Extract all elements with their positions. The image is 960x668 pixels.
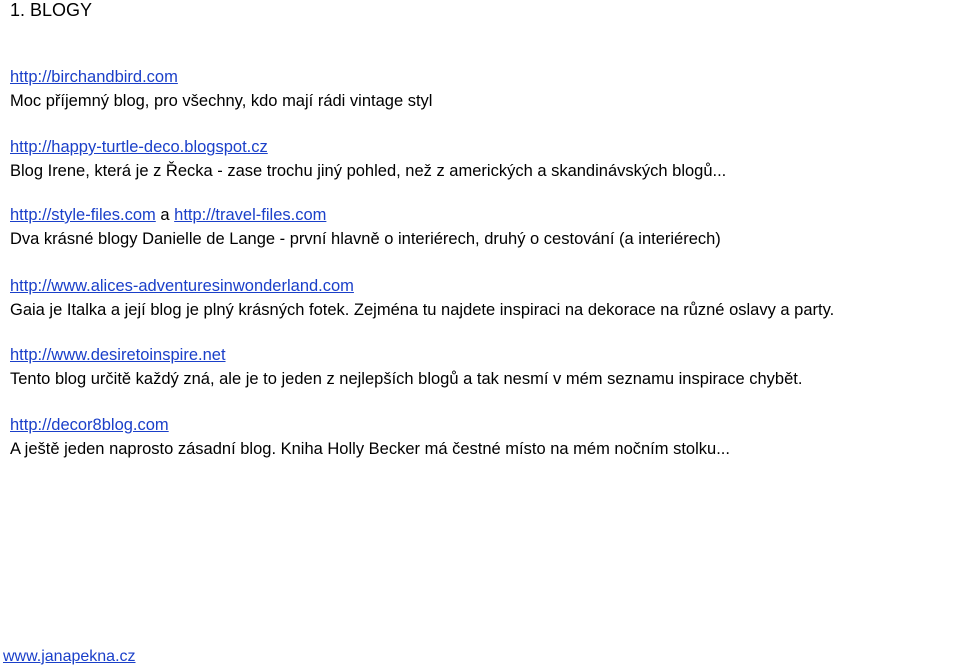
blog-entry-links: http://style-files.com a http://travel-f… bbox=[10, 203, 721, 227]
blog-link-decor8[interactable]: http://decor8blog.com bbox=[10, 416, 169, 434]
link-joiner: a bbox=[155, 206, 175, 224]
blog-entry-style-travel-files: http://style-files.com a http://travel-f… bbox=[10, 203, 721, 251]
blog-entry-links: http://www.alices-adventuresinwonderland… bbox=[10, 274, 834, 298]
blog-entry-description: Tento blog určitě každý zná, ale je to j… bbox=[10, 370, 803, 388]
blog-entry-links: http://happy-turtle-deco.blogspot.cz bbox=[10, 135, 726, 159]
blog-entry-description: A ještě jeden naprosto zásadní blog. Kni… bbox=[10, 440, 730, 458]
blog-link-style-files[interactable]: http://style-files.com bbox=[10, 206, 156, 224]
blog-entry-alices-adventures: http://www.alices-adventuresinwonderland… bbox=[10, 274, 834, 322]
blog-entry-desiretoinspire: http://www.desiretoinspire.net Tento blo… bbox=[10, 343, 802, 391]
page-footer: www.janapekna.cz bbox=[3, 646, 136, 668]
blog-link-birchandbird[interactable]: http://birchandbird.com bbox=[10, 68, 178, 86]
blog-entry-description: Blog Irene, která je z Řecka - zase troc… bbox=[10, 162, 727, 180]
blog-entry-links: http://www.desiretoinspire.net bbox=[10, 343, 802, 367]
footer-site-link[interactable]: www.janapekna.cz bbox=[3, 648, 136, 665]
blog-entry-description: Gaia je Italka a její blog je plný krásn… bbox=[10, 301, 835, 319]
blog-entry-description: Dva krásné blogy Danielle de Lange - prv… bbox=[10, 230, 721, 248]
blog-link-happy-turtle[interactable]: http://happy-turtle-deco.blogspot.cz bbox=[10, 138, 268, 156]
blog-entry-happy-turtle: http://happy-turtle-deco.blogspot.cz Blo… bbox=[10, 135, 726, 183]
blog-entry-birchandbird: http://birchandbird.com Moc příjemný blo… bbox=[10, 65, 432, 113]
blog-entry-links: http://birchandbird.com bbox=[10, 65, 432, 89]
blog-link-travel-files[interactable]: http://travel-files.com bbox=[174, 206, 326, 224]
blog-entry-decor8: http://decor8blog.com A ještě jeden napr… bbox=[10, 413, 730, 461]
section-heading: 1. BLOGY bbox=[10, 0, 93, 20]
blog-link-alices-adventures[interactable]: http://www.alices-adventuresinwonderland… bbox=[10, 277, 354, 295]
blog-link-desiretoinspire[interactable]: http://www.desiretoinspire.net bbox=[10, 346, 226, 364]
blog-entry-links: http://decor8blog.com bbox=[10, 413, 730, 437]
blog-entry-description: Moc příjemný blog, pro všechny, kdo mají… bbox=[10, 92, 433, 110]
